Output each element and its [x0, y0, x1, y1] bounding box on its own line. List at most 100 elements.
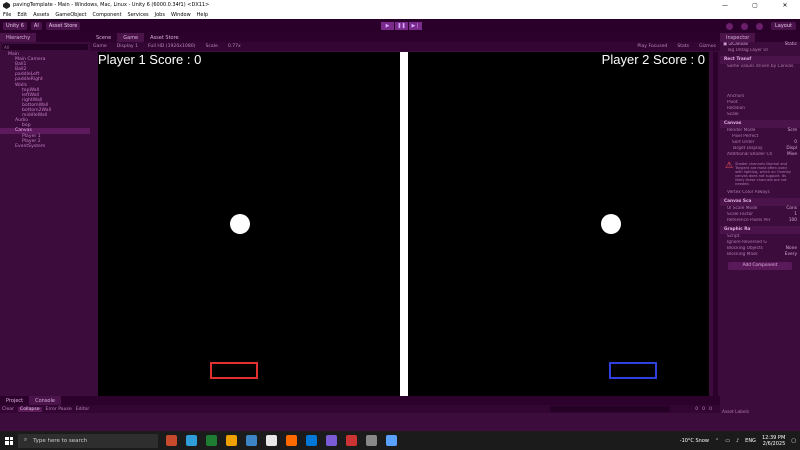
weather-indicator[interactable]: -10°C Snow: [680, 438, 709, 444]
canvas-scaler-header[interactable]: Canvas Sca: [720, 198, 800, 206]
taskbar-app-icon[interactable]: [266, 435, 277, 446]
pause-icon[interactable]: ❚❚: [395, 22, 408, 30]
static-toggle[interactable]: Static: [785, 42, 797, 48]
scale-label: Scale: [205, 44, 218, 49]
asset-store-button[interactable]: Asset Store: [45, 22, 81, 30]
tab-scene[interactable]: Scene: [90, 33, 117, 42]
tab-project[interactable]: Project: [0, 396, 29, 405]
collapse-button[interactable]: Collapse: [18, 406, 42, 412]
main-toolbar: Unity 6 AI Asset Store ▶ ❚❚ ▶❘ Layout: [0, 19, 800, 33]
tab-asset-store[interactable]: Asset Store: [144, 33, 184, 42]
minimize-button[interactable]: —: [710, 2, 740, 9]
taskbar-app-icon[interactable]: [326, 435, 337, 446]
ai-button[interactable]: AI: [30, 22, 42, 30]
warning-icon: ⚠: [725, 161, 734, 171]
additional-shader-label: Additional Shader Ch: [727, 152, 773, 157]
player2-score: Player 2 Score : 0: [601, 52, 705, 67]
menu-gameobject[interactable]: GameObject: [55, 12, 86, 18]
windows-taskbar: ⌕ Type here to search -10°C Snow ⌃ ▭ ♪ E…: [0, 431, 800, 450]
console-panel: Project Console Clear Collapse Error Pau…: [0, 396, 720, 431]
tray-overflow-icon[interactable]: ⌃: [715, 438, 719, 444]
account-button[interactable]: Unity 6: [3, 22, 27, 30]
asset-labels[interactable]: Asset Labels: [720, 408, 800, 417]
canvas-component-header[interactable]: Canvas: [720, 120, 800, 128]
taskbar-app-icon[interactable]: [366, 435, 377, 446]
resolution-dropdown[interactable]: Full HD (1920x1080): [148, 44, 195, 49]
menu-jobs[interactable]: Jobs: [155, 12, 165, 18]
windows-logo-icon: [5, 436, 13, 445]
rect-transform-header[interactable]: Rect Transf: [720, 56, 800, 64]
menu-help[interactable]: Help: [197, 12, 208, 18]
tab-inspector[interactable]: Inspector: [720, 33, 756, 42]
search-icon[interactable]: [741, 22, 748, 30]
tab-hierarchy[interactable]: Hierarchy: [0, 33, 37, 42]
taskbar-app-icon[interactable]: [186, 435, 197, 446]
volume-icon[interactable]: ♪: [736, 438, 739, 444]
game-view-dropdown[interactable]: Game: [93, 44, 107, 49]
taskbar-app-icon[interactable]: [206, 435, 217, 446]
history-icon[interactable]: [726, 22, 733, 30]
hierarchy-item[interactable]: EventSystem: [0, 144, 90, 149]
tab-console[interactable]: Console: [29, 396, 61, 405]
display-dropdown[interactable]: Display 1: [117, 44, 138, 49]
error-pause-button[interactable]: Error Pause: [46, 407, 72, 412]
error-count[interactable]: 0: [709, 407, 712, 412]
taskbar-app-icon[interactable]: [246, 435, 257, 446]
menu-window[interactable]: Window: [171, 12, 191, 18]
settings-icon[interactable]: [756, 22, 763, 30]
ref-pixels-field[interactable]: 100: [789, 218, 797, 224]
language-indicator[interactable]: ENG: [745, 438, 756, 444]
additional-shader-dropdown[interactable]: Mixe: [787, 152, 797, 158]
taskbar-app-icon[interactable]: [346, 435, 357, 446]
taskbar-app-icon[interactable]: [386, 435, 397, 446]
network-icon[interactable]: ▭: [725, 438, 730, 444]
taskbar-app-icon[interactable]: [306, 435, 317, 446]
play-icon[interactable]: ▶: [381, 22, 394, 30]
layout-dropdown[interactable]: Layout: [771, 22, 796, 30]
editor-dropdown[interactable]: Editor: [76, 407, 90, 412]
menu-services[interactable]: Services: [128, 12, 149, 18]
tag-dropdown[interactable]: Untag: [736, 48, 749, 54]
blocking-mask-dropdown[interactable]: Every: [785, 252, 797, 258]
scale-label-insp: Scale: [727, 112, 739, 117]
taskbar-app-icon[interactable]: [226, 435, 237, 446]
menu-assets[interactable]: Assets: [33, 12, 49, 18]
start-button[interactable]: [0, 431, 18, 450]
shader-warning: ⚠ Shader channels Normal and Tangent are…: [723, 160, 797, 188]
close-button[interactable]: ✕: [770, 2, 800, 9]
menu-file[interactable]: File: [3, 12, 11, 18]
play-controls: ▶ ❚❚ ▶❘: [381, 22, 422, 30]
vertex-color-label: Vertex Color Always: [727, 190, 770, 195]
game-toolbar: Game Display 1 Full HD (1920x1080) Scale…: [90, 42, 720, 51]
game-view-scrollbar[interactable]: [713, 52, 718, 397]
gizmos-button[interactable]: Gizmos: [699, 44, 716, 49]
scale-value[interactable]: 0.77x: [228, 44, 241, 49]
taskbar-app-icon[interactable]: [286, 435, 297, 446]
play-mode-dropdown[interactable]: Play Focused: [637, 44, 667, 49]
menu-component[interactable]: Component: [93, 12, 122, 18]
console-search-input[interactable]: [550, 406, 670, 412]
tag-label: Tag: [727, 48, 735, 53]
title-bar: pavingTemplate - Main - Windows, Mac, Li…: [0, 0, 800, 10]
graphic-raycaster-header[interactable]: Graphic Ra: [720, 226, 800, 234]
clock[interactable]: 12:39 PM 2/6/2025: [762, 435, 785, 447]
game-canvas[interactable]: Player 1 Score : 0 Player 2 Score : 0: [98, 52, 709, 397]
stats-button[interactable]: Stats: [677, 44, 689, 49]
add-component-button[interactable]: Add Component: [728, 262, 792, 270]
taskbar-app-icon[interactable]: [166, 435, 177, 446]
log-count[interactable]: 0: [695, 407, 698, 412]
render-mode-dropdown[interactable]: Scre: [788, 128, 797, 134]
step-icon[interactable]: ▶❘: [409, 22, 422, 30]
game-view-panel: Scene Game Asset Store Game Display 1 Fu…: [90, 33, 720, 397]
taskbar-search-input[interactable]: ⌕ Type here to search: [18, 433, 158, 448]
ball-left: [230, 214, 250, 234]
layer-dropdown[interactable]: UI: [763, 48, 767, 54]
screen: pavingTemplate - Main - Windows, Mac, Li…: [0, 0, 800, 450]
hierarchy-search-input[interactable]: All: [2, 44, 88, 50]
tab-game[interactable]: Game: [117, 33, 145, 42]
menu-edit[interactable]: Edit: [17, 12, 27, 18]
warning-count[interactable]: 0: [702, 407, 705, 412]
maximize-button[interactable]: ▢: [740, 2, 770, 9]
notifications-icon[interactable]: ▢: [791, 438, 796, 444]
clear-button[interactable]: Clear: [2, 407, 14, 412]
